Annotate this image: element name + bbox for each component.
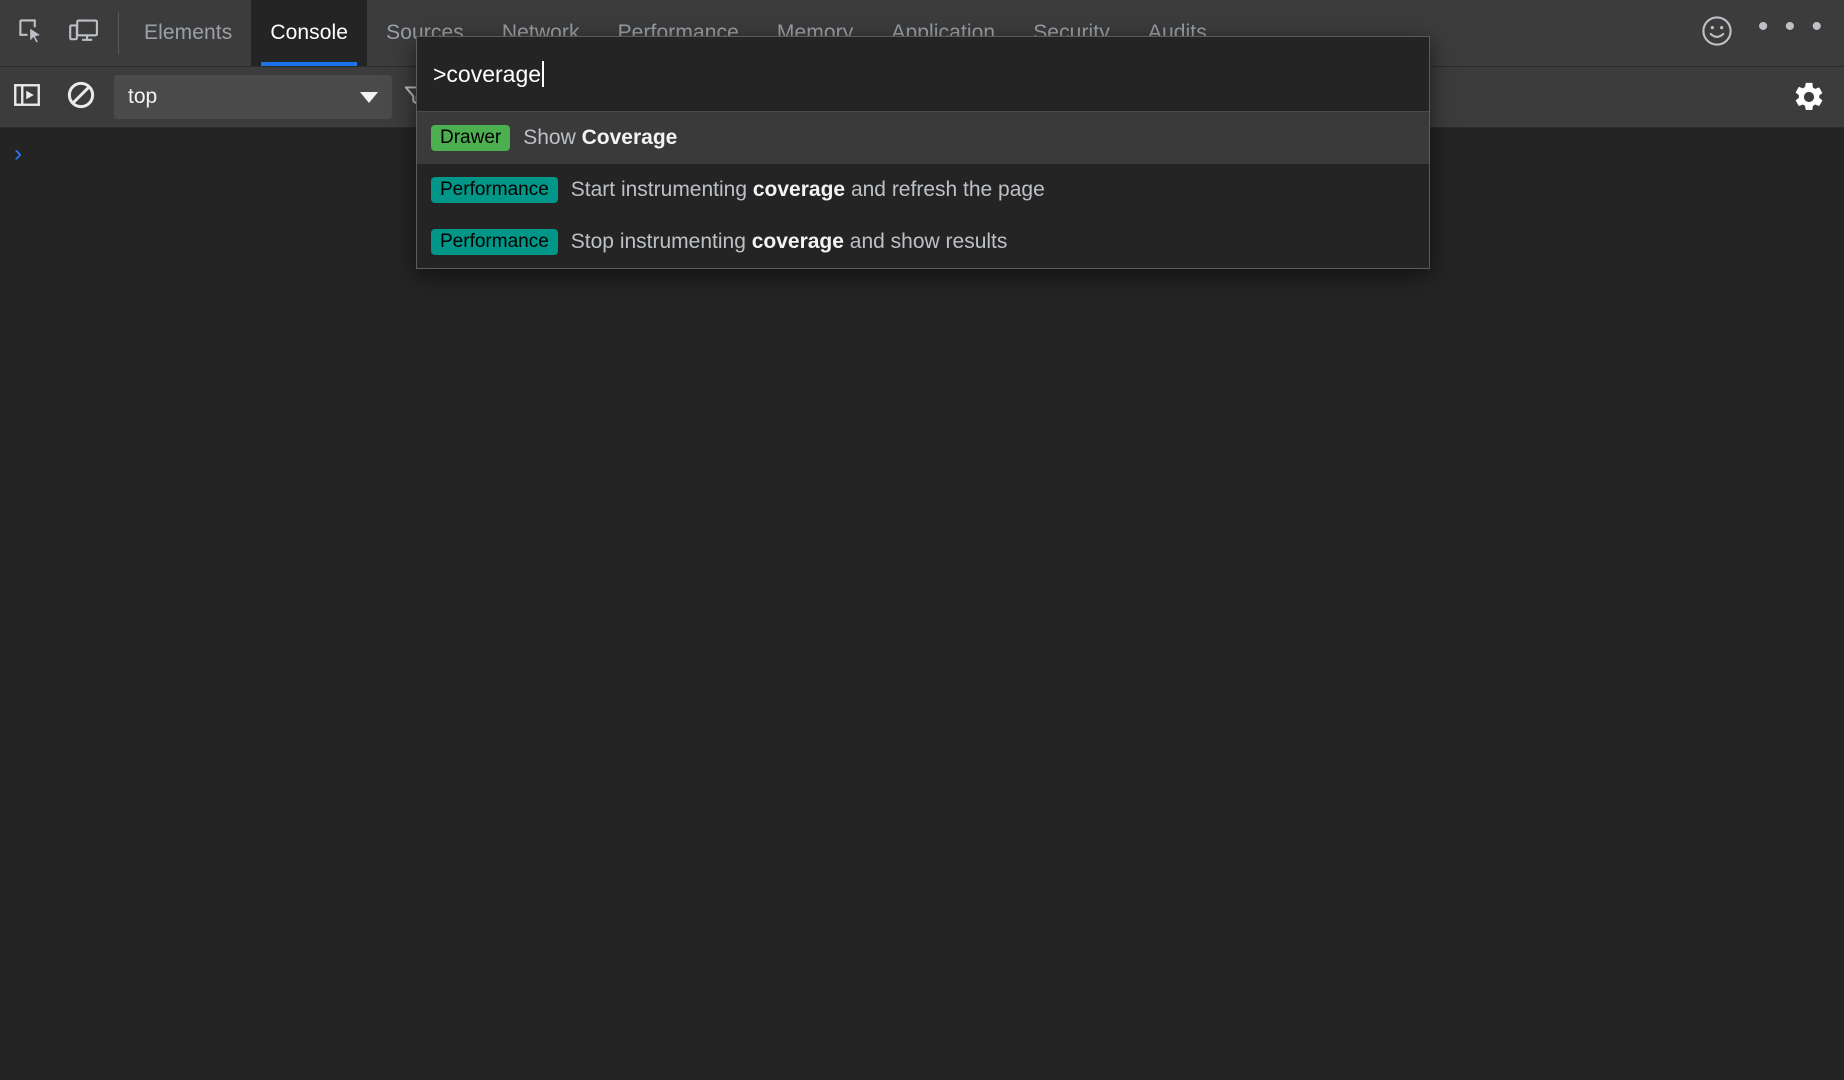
clear-console-icon xyxy=(66,80,96,115)
gear-icon xyxy=(1792,80,1826,114)
toggle-console-sidebar-button[interactable] xyxy=(0,67,54,127)
customize-devtools-button[interactable]: • • • xyxy=(1758,22,1826,44)
toolbar-divider xyxy=(118,12,119,54)
tab-label: Console xyxy=(270,21,348,45)
send-feedback-button[interactable] xyxy=(1700,14,1734,53)
smiley-face-icon xyxy=(1700,14,1734,53)
label-match: Coverage xyxy=(582,126,678,149)
text-cursor xyxy=(542,61,544,87)
three-dots-icon: • • • xyxy=(1758,22,1826,32)
command-menu-item-show-coverage[interactable]: Drawer Show Coverage xyxy=(417,112,1429,164)
command-menu-item-label: Stop instrumenting coverage and show res… xyxy=(571,230,1008,254)
label-suffix: and show results xyxy=(844,230,1007,253)
javascript-context-selector[interactable]: top xyxy=(114,75,392,119)
tab-console[interactable]: Console xyxy=(251,0,367,66)
devtools-settings-button[interactable] xyxy=(1792,80,1826,114)
tabbar-actions: • • • xyxy=(1700,0,1844,66)
command-menu-input-value: >coverage xyxy=(433,61,541,87)
command-category-badge: Performance xyxy=(431,177,558,203)
command-menu-item-stop-instrumenting-coverage[interactable]: Performance Stop instrumenting coverage … xyxy=(417,216,1429,268)
command-menu-item-label: Start instrumenting coverage and refresh… xyxy=(571,178,1045,202)
label-match: coverage xyxy=(752,230,844,253)
label-prefix: Show xyxy=(523,126,581,149)
inspect-element-icon xyxy=(16,16,46,51)
label-suffix: and refresh the page xyxy=(845,178,1045,201)
context-selected-value: top xyxy=(128,85,360,109)
console-toolbar-actions xyxy=(1792,80,1844,114)
tab-elements[interactable]: Elements xyxy=(125,0,251,66)
label-prefix: Start instrumenting xyxy=(571,178,753,201)
clear-console-button[interactable] xyxy=(54,67,108,127)
label-match: coverage xyxy=(753,178,845,201)
show-console-sidebar-icon xyxy=(12,80,42,115)
label-prefix: Stop instrumenting xyxy=(571,230,752,253)
device-toolbar-icon xyxy=(68,16,100,51)
command-menu-input-row: >coverage xyxy=(417,37,1429,112)
command-menu-item-start-instrumenting-coverage[interactable]: Performance Start instrumenting coverage… xyxy=(417,164,1429,216)
devtools-window: Elements Console Sources Network Perform… xyxy=(0,0,1844,1080)
chevron-down-icon xyxy=(360,92,378,103)
command-menu-dialog: >coverage Drawer Show Coverage Performan… xyxy=(416,36,1430,269)
tab-label: Elements xyxy=(144,21,232,45)
command-category-badge: Drawer xyxy=(431,125,510,151)
command-menu-item-label: Show Coverage xyxy=(523,126,677,150)
console-message-area[interactable]: › xyxy=(0,128,1844,1080)
toggle-device-toolbar-button[interactable] xyxy=(57,0,110,66)
command-menu-results: Drawer Show Coverage Performance Start i… xyxy=(417,112,1429,268)
console-prompt-caret-icon: › xyxy=(14,142,22,166)
command-category-badge: Performance xyxy=(431,229,558,255)
inspect-element-button[interactable] xyxy=(4,0,57,66)
command-menu-input[interactable]: >coverage xyxy=(433,61,1413,88)
